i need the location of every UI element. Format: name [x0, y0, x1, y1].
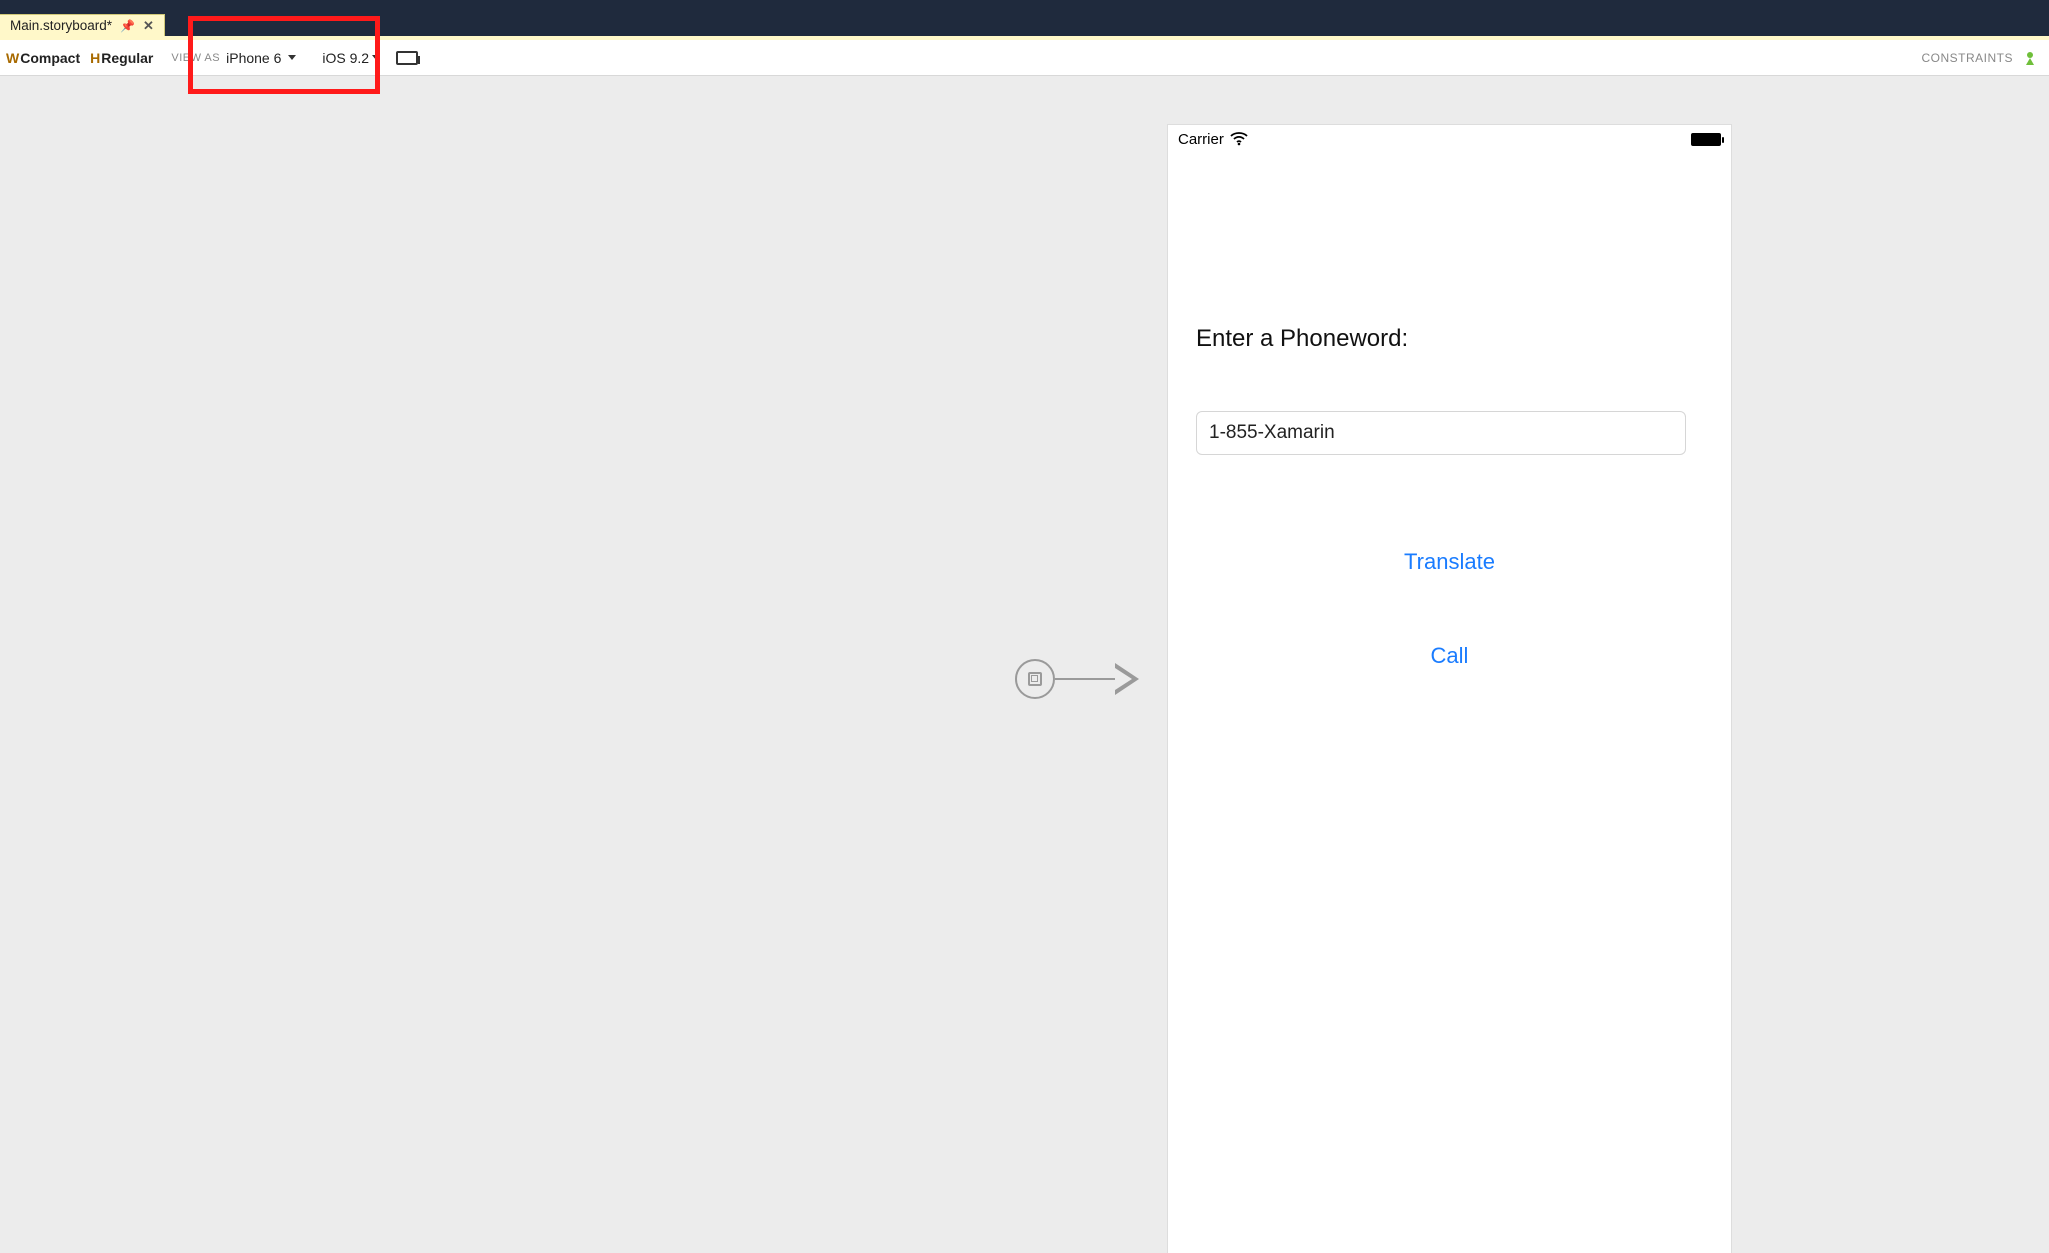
size-class-height[interactable]: H Regular [90, 50, 161, 66]
os-version-dropdown[interactable]: iOS 9.2 [322, 50, 380, 66]
device-body: Enter a Phoneword: 1-855-Xamarin Transla… [1168, 325, 1731, 1253]
tab-title: Main.storyboard* [10, 18, 112, 33]
device-status-bar: Carrier [1168, 125, 1731, 153]
translate-button[interactable]: Translate [1196, 549, 1703, 575]
wifi-icon [1230, 132, 1248, 146]
chevron-down-icon [288, 55, 296, 60]
initial-scene-arrow[interactable] [1015, 659, 1139, 699]
phoneword-label[interactable]: Enter a Phoneword: [1196, 325, 1703, 353]
chevron-down-icon [372, 55, 380, 60]
battery-icon [1691, 133, 1721, 146]
size-class-width[interactable]: W Compact [6, 50, 88, 66]
design-canvas[interactable]: Carrier Enter a Phoneword: 1-855-Xamarin… [0, 76, 2049, 1253]
close-icon[interactable]: ✕ [143, 18, 154, 34]
carrier-label: Carrier [1178, 131, 1224, 148]
document-tab[interactable]: Main.storyboard* 📌 ✕ [0, 14, 165, 36]
call-button[interactable]: Call [1196, 643, 1703, 669]
orientation-icon[interactable] [396, 51, 418, 65]
toolbar-right: CONSTRAINTS [1921, 51, 2037, 65]
segue-source-icon [1015, 659, 1055, 699]
tab-strip: Main.storyboard* 📌 ✕ [0, 14, 2049, 36]
view-as-dropdown[interactable]: VIEW AS iPhone 6 [163, 44, 304, 72]
pin-icon[interactable]: 📌 [120, 19, 135, 33]
arrow-right-icon [1115, 663, 1139, 695]
segue-line [1055, 678, 1115, 680]
carrier-group: Carrier [1178, 131, 1248, 148]
titlebar [0, 0, 2049, 14]
textfield-value: 1-855-Xamarin [1209, 422, 1335, 444]
designer-toolbar: W Compact H Regular VIEW AS iPhone 6 iOS… [0, 40, 2049, 76]
phoneword-textfield[interactable]: 1-855-Xamarin [1196, 411, 1686, 455]
view-controller-scene[interactable]: Carrier Enter a Phoneword: 1-855-Xamarin… [1168, 125, 1731, 1253]
constraints-label[interactable]: CONSTRAINTS [1921, 51, 2013, 65]
toolbar-left: W Compact H Regular VIEW AS iPhone 6 iOS… [6, 44, 418, 72]
constraints-toggle-icon[interactable] [2023, 51, 2037, 65]
